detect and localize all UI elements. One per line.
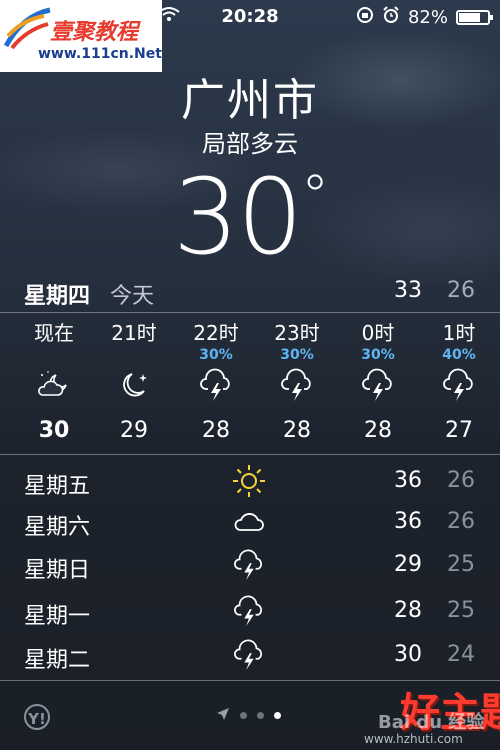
daily-row: 星期一 28 25 (0, 592, 500, 632)
daily-low: 26 (447, 509, 475, 534)
hour-time: 1时 (442, 321, 476, 345)
page-indicator[interactable] (216, 706, 281, 725)
daily-low: 25 (447, 552, 475, 577)
daily-low: 25 (447, 598, 475, 623)
hourly-item: 23时 30% 28 (257, 320, 337, 443)
daily-row: 星期日 29 25 (0, 546, 500, 586)
watermark-bottom: 好主题 Bai du 经验 www.hzhuti.com (320, 678, 500, 750)
temperature-value: 30 (172, 156, 303, 278)
hour-precip: 30% (361, 347, 395, 363)
hour-precip (94, 346, 174, 364)
today-low: 26 (447, 278, 475, 303)
daily-high: 29 (394, 552, 422, 577)
moon-stars-icon (94, 364, 174, 406)
cloud-icon (230, 505, 268, 539)
daily-day: 星期二 (24, 648, 91, 673)
thunderstorm-icon (230, 548, 268, 582)
hourly-item: 1时 40% 27 (419, 320, 499, 443)
today-day: 星期四 (24, 284, 91, 309)
daily-high: 36 (394, 468, 422, 493)
hour-precip: 30% (199, 347, 233, 363)
thunderstorm-icon (176, 364, 256, 406)
watermark-baidu-text: Bai du 经验 (378, 712, 485, 733)
today-label: 今天 (110, 284, 155, 309)
daily-low: 24 (447, 642, 475, 667)
sun-icon (230, 464, 268, 498)
alarm-icon (382, 6, 400, 29)
daily-high: 36 (394, 509, 422, 534)
logo-url-text: www.111cn.Net (38, 46, 162, 62)
hour-time: 23时 (274, 321, 320, 345)
hour-precip: 30% (280, 347, 314, 363)
daily-row: 星期五 36 26 (0, 462, 500, 502)
yahoo-logo[interactable]: Y! (24, 704, 50, 730)
hour-temp: 29 (120, 418, 148, 443)
hour-temp: 28 (202, 418, 230, 443)
hour-precip: 40% (442, 347, 476, 363)
hourly-item: 现在 30 (14, 320, 94, 443)
watermark-logo: 壹聚教程 www.111cn.Net (0, 0, 162, 72)
page-dot (240, 712, 247, 719)
daily-day: 星期五 (24, 474, 91, 499)
location-arrow-icon (216, 706, 230, 725)
divider (0, 312, 500, 313)
yahoo-logo-text: Y! (24, 704, 50, 730)
hourly-item: 21时 29 (94, 320, 174, 443)
thunderstorm-icon (230, 594, 268, 628)
thunderstorm-icon (230, 638, 268, 672)
hour-time: 22时 (193, 321, 239, 345)
daily-day: 星期六 (24, 515, 91, 540)
hour-time: 0时 (361, 321, 395, 345)
degree-symbol: ° (301, 164, 329, 229)
page-dot (257, 712, 264, 719)
daily-day: 星期日 (24, 558, 91, 583)
current-temperature: 30° (0, 156, 500, 278)
hour-temp: 28 (283, 418, 311, 443)
daily-high: 30 (394, 642, 422, 667)
rotation-lock-icon (356, 6, 374, 29)
hour-precip (14, 346, 94, 364)
hour-time: 现在 (34, 321, 74, 345)
city-name: 广州市 (181, 75, 319, 126)
hour-time: 21时 (111, 321, 157, 345)
today-row: 星期四 今天 33 26 (0, 272, 500, 312)
battery-percent: 82% (407, 7, 448, 28)
page-dot-active (274, 712, 281, 719)
logo-swoosh-icon (4, 7, 51, 50)
daily-row: 星期六 36 26 (0, 503, 500, 543)
daily-high: 28 (394, 598, 422, 623)
hour-temp: 28 (364, 418, 392, 443)
watermark-url-text: www.hzhuti.com (364, 732, 463, 746)
hour-temp: 30 (38, 418, 70, 443)
today-high: 33 (394, 278, 422, 303)
thunderstorm-icon (419, 364, 499, 406)
battery-icon (456, 10, 493, 25)
night-partly-cloudy-icon (14, 364, 94, 406)
thunderstorm-icon (338, 364, 418, 406)
hourly-item: 22时 30% 28 (176, 320, 256, 443)
hourly-item: 0时 30% 28 (338, 320, 418, 443)
condition-text: 局部多云 (202, 130, 298, 158)
daily-low: 26 (447, 468, 475, 493)
thunderstorm-icon (257, 364, 337, 406)
divider (0, 454, 500, 455)
hour-temp: 27 (445, 418, 473, 443)
daily-day: 星期一 (24, 604, 91, 629)
logo-brand-text: 壹聚教程 (50, 20, 139, 45)
daily-row: 星期二 30 24 (0, 636, 500, 676)
